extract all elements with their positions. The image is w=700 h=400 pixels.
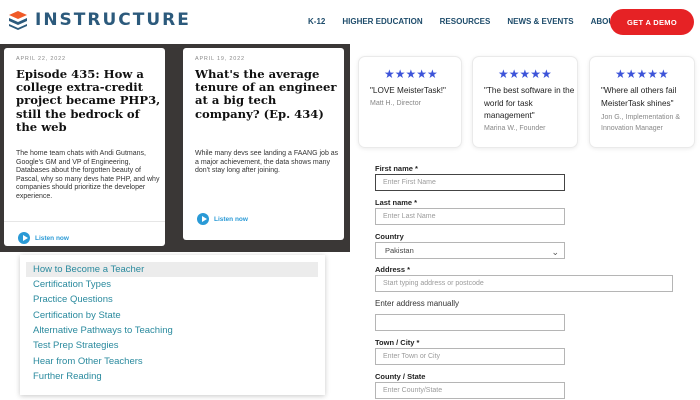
chevron-down-icon: ⌄ [551, 247, 559, 257]
menu-item-certification-by-state[interactable]: Certification by State [26, 308, 318, 323]
first-name-label: First name * [375, 164, 418, 173]
play-icon [18, 232, 30, 244]
first-name-field[interactable]: Enter First Name [375, 174, 565, 191]
instructure-logo[interactable]: INSTRUCTURE [8, 10, 191, 30]
menu-item-how-to-become-a-teacher[interactable]: How to Become a Teacher [26, 262, 318, 277]
listen-now-label: Listen now [214, 215, 248, 223]
menu-item-alternative-pathways[interactable]: Alternative Pathways to Teaching [26, 323, 318, 338]
address-label: Address * [375, 265, 411, 274]
last-name-label: Last name * [375, 198, 418, 207]
review-author: Marina W., Founder [484, 125, 546, 132]
country-value: Pakistan [385, 246, 414, 255]
podcast-date: APRIL 22, 2022 [16, 56, 66, 62]
listen-now-link[interactable]: Listen now [18, 232, 69, 244]
nav-item-resources[interactable]: RESOURCES [440, 17, 491, 26]
menu-item-practice-questions[interactable]: Practice Questions [26, 292, 318, 307]
review-card: ★★★★★ "The best software in the world fo… [472, 56, 578, 148]
menu-item-certification-types[interactable]: Certification Types [26, 277, 318, 292]
teacher-guide-menu: How to Become a Teacher Certification Ty… [20, 255, 325, 395]
review-quote: "LOVE MeisterTask!" [370, 86, 446, 95]
town-city-field[interactable]: Enter Town or City [375, 348, 565, 365]
review-card: ★★★★★ "LOVE MeisterTask!" Matt H., Direc… [358, 56, 462, 148]
county-state-field[interactable]: Enter County/State [375, 382, 565, 399]
review-author: Jon G., Implementation & Innovation Mana… [601, 114, 680, 132]
last-name-field[interactable]: Enter Last Name [375, 208, 565, 225]
listen-now-link[interactable]: Listen now [197, 213, 248, 225]
review-quote: "Where all others fail MeisterTask shine… [601, 86, 677, 108]
menu-item-further-reading[interactable]: Further Reading [26, 369, 318, 384]
podcast-date: APRIL 19, 2022 [195, 56, 245, 62]
nav-item-higher-education[interactable]: HIGHER EDUCATION [342, 17, 422, 26]
town-city-label: Town / City * [375, 338, 420, 347]
review-quote: "The best software in the world for task… [484, 86, 575, 120]
play-icon [197, 213, 209, 225]
country-select[interactable]: Pakistan ⌄ [375, 242, 565, 259]
podcast-card[interactable]: APRIL 22, 2022 Episode 435: How a colleg… [4, 48, 165, 246]
get-a-demo-button[interactable]: GET A DEMO [610, 9, 694, 35]
menu-item-test-prep-strategies[interactable]: Test Prep Strategies [26, 338, 318, 353]
main-nav: K-12 HIGHER EDUCATION RESOURCES NEWS & E… [308, 17, 649, 26]
review-author: Matt H., Director [370, 100, 421, 107]
nav-item-news-events[interactable]: NEWS & EVENTS [507, 17, 573, 26]
review-card: ★★★★★ "Where all others fail MeisterTask… [589, 56, 695, 148]
podcast-title[interactable]: Episode 435: How a college extra-credit … [16, 67, 162, 134]
instructure-logo-icon [8, 10, 28, 30]
star-rating-icon: ★★★★★ [615, 67, 669, 81]
podcast-card[interactable]: APRIL 19, 2022 What's the average tenure… [183, 48, 344, 240]
card-divider [4, 221, 165, 222]
podcast-panel: APRIL 22, 2022 Episode 435: How a colleg… [0, 44, 350, 252]
podcast-description: The home team chats with Andi Gutmans, G… [16, 150, 160, 200]
top-navigation: INSTRUCTURE K-12 HIGHER EDUCATION RESOUR… [0, 0, 700, 44]
nav-item-k12[interactable]: K-12 [308, 17, 325, 26]
podcast-title[interactable]: What's the average tenure of an engineer… [195, 67, 341, 121]
listen-now-label: Listen now [35, 234, 69, 242]
star-rating-icon: ★★★★★ [498, 67, 552, 81]
address-field[interactable]: Start typing address or postcode [375, 275, 673, 292]
county-state-label: County / State [375, 372, 426, 381]
podcast-description: While many devs see landing a FAANG job … [195, 150, 339, 175]
address-manual-field[interactable] [375, 314, 565, 331]
country-label: Country [375, 232, 404, 241]
menu-item-hear-from-other-teachers[interactable]: Hear from Other Teachers [26, 354, 318, 369]
star-rating-icon: ★★★★★ [384, 67, 438, 81]
enter-address-manually-link[interactable]: Enter address manually [375, 299, 459, 308]
logo-text: INSTRUCTURE [35, 10, 191, 30]
